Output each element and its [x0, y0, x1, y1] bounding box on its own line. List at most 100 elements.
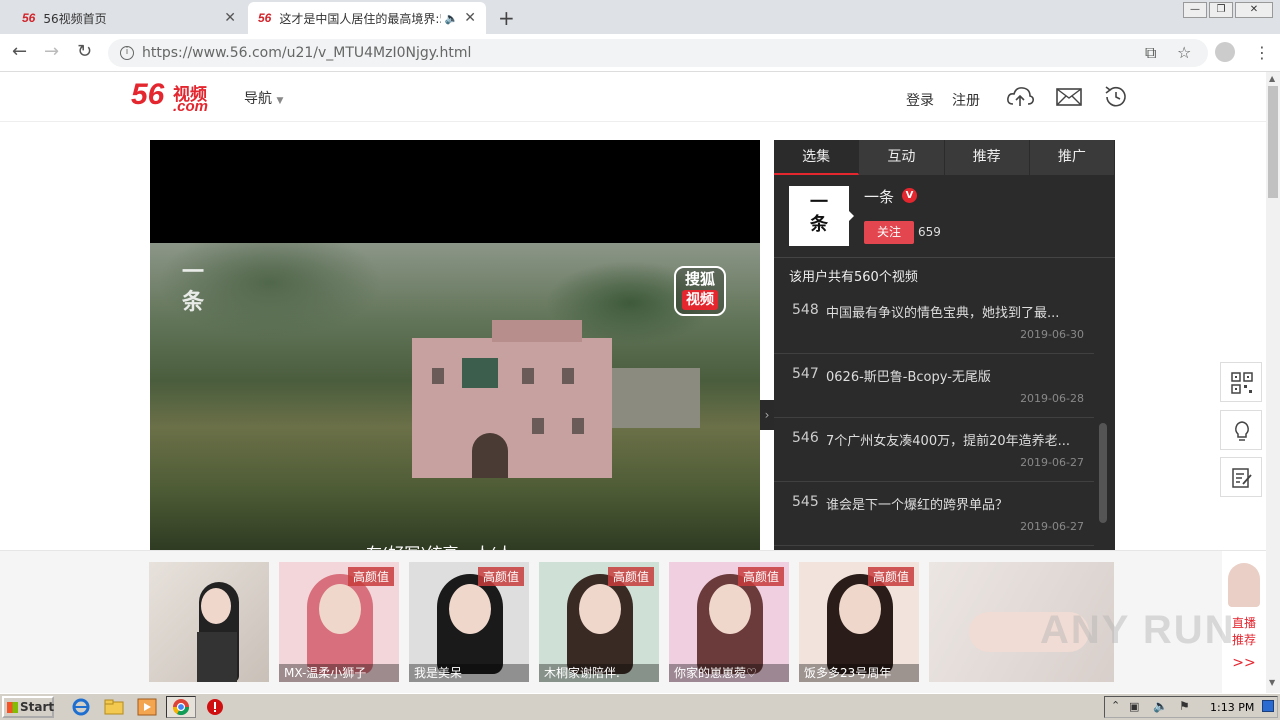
- double-chevron-right-icon[interactable]: >>: [1222, 655, 1266, 671]
- tips-button[interactable]: [1220, 410, 1262, 450]
- live-card[interactable]: 高颜值 你家的崽崽菀♡: [669, 562, 789, 682]
- volume-icon[interactable]: 🔈: [1153, 699, 1168, 713]
- media-player-icon[interactable]: [136, 697, 158, 717]
- live-card[interactable]: 高颜值 MX-温柔小狮子: [279, 562, 399, 682]
- minimize-icon[interactable]: —: [1183, 2, 1207, 18]
- streamer-name: 饭多多23号周年: [799, 664, 919, 682]
- uploader-name[interactable]: 一条: [864, 186, 894, 207]
- video-player[interactable]: 一条 搜狐 视频 一在(好写)统亮一人(人: [150, 140, 760, 550]
- action-center-flag-icon[interactable]: ⚑: [1179, 699, 1190, 713]
- video-subtitle: 一在(好写)统亮一人(人: [350, 540, 513, 550]
- live-card[interactable]: 高颜值 饭多多23号周年: [799, 562, 919, 682]
- lightbulb-icon: [1235, 421, 1249, 441]
- nav-dropdown[interactable]: 导航 ▼: [244, 88, 283, 108]
- site-favicon-icon: 56: [22, 11, 36, 25]
- list-item[interactable]: 546 7个广州女友凑400万，提前20年造养老... 2019-06-27: [774, 418, 1094, 482]
- restore-icon[interactable]: ❐: [1209, 2, 1233, 18]
- scroll-down-icon[interactable]: ▼: [1269, 678, 1275, 687]
- panel-collapse-chevron-icon[interactable]: ›: [760, 400, 774, 430]
- bookmark-star-icon[interactable]: ☆: [1177, 43, 1191, 62]
- streamer-name: MX-温柔小狮子: [279, 664, 399, 682]
- register-link[interactable]: 注册: [952, 90, 980, 110]
- translate-icon[interactable]: ⧉: [1145, 43, 1156, 63]
- page-scrollbar[interactable]: ▲ ▼: [1266, 72, 1280, 694]
- qr-code-icon: [1231, 372, 1253, 394]
- new-tab-button[interactable]: +: [498, 6, 515, 30]
- show-desktop-icon[interactable]: [1262, 700, 1274, 712]
- scroll-up-icon[interactable]: ▲: [1269, 74, 1275, 83]
- profile-avatar-icon[interactable]: [1215, 42, 1235, 62]
- panel-tabs: 选集 互动 推荐 推广: [774, 140, 1115, 175]
- tab-recommend[interactable]: 推荐: [944, 140, 1030, 175]
- back-arrow-icon[interactable]: ←: [12, 41, 27, 62]
- url-text: https://www.56.com/u21/v_MTU4MzI0Njgy.ht…: [142, 45, 472, 61]
- live-avatar: [1228, 563, 1260, 607]
- close-tab-icon[interactable]: ✕: [464, 10, 476, 26]
- windows-logo-icon: [7, 702, 18, 713]
- live-card-tag: 高颜值: [867, 567, 914, 586]
- mail-icon[interactable]: [1055, 84, 1083, 110]
- chrome-taskbar-button[interactable]: [166, 696, 196, 718]
- live-card-tag: 高颜值: [607, 567, 654, 586]
- follower-count: 659: [918, 225, 941, 239]
- verified-badge-icon: V: [902, 188, 917, 203]
- reload-icon[interactable]: ↻: [77, 41, 92, 62]
- live-card-tag: 高颜值: [347, 567, 394, 586]
- qr-code-button[interactable]: [1220, 362, 1262, 402]
- feedback-button[interactable]: [1220, 457, 1262, 497]
- live-card[interactable]: 高颜值 木桐家谢陪伴.: [539, 562, 659, 682]
- browser-tab-home[interactable]: 56 56视频首页 ✕: [12, 2, 246, 34]
- speaker-icon[interactable]: 🔈: [445, 12, 459, 25]
- stop-sign-icon[interactable]: [204, 697, 226, 717]
- live-card[interactable]: 高颜值 我是美呆: [409, 562, 529, 682]
- uploader-card: 一条 一条 V 关注 659: [774, 175, 1115, 258]
- tab-title: 56视频首页: [43, 11, 107, 26]
- tab-episodes[interactable]: 选集: [774, 140, 860, 175]
- menu-kebab-icon[interactable]: ⋮: [1254, 43, 1270, 62]
- chrome-icon: [172, 699, 190, 716]
- forward-arrow-icon[interactable]: →: [44, 41, 59, 62]
- video-count-label: 该用户共有560个视频: [789, 270, 918, 285]
- streamer-name: 木桐家谢陪伴.: [539, 664, 659, 682]
- tray-expand-icon[interactable]: ⌃: [1111, 699, 1120, 712]
- tab-title: 这才是中国人居住的最高境界:5: [279, 11, 441, 26]
- list-item[interactable]: 548 中国最有争议的情色宝典，她找到了最... 2019-06-30: [774, 290, 1094, 354]
- list-item[interactable]: 545 谁会是下一个爆红的跨界单品？ 2019-06-27: [774, 482, 1094, 546]
- login-link[interactable]: 登录: [906, 90, 934, 110]
- list-item[interactable]: 547 0626-斯巴鲁-Bcopy-无尾版 2019-06-28: [774, 354, 1094, 418]
- taskbar: Start ⌃ ▣ 🔈 ⚑ 1:13 PM: [0, 693, 1280, 720]
- start-button[interactable]: Start: [2, 696, 54, 718]
- address-bar[interactable]: i https://www.56.com/u21/v_MTU4MzI0Njgy.…: [108, 39, 1208, 67]
- close-window-icon[interactable]: ✕: [1235, 2, 1273, 18]
- caret-down-icon: ▼: [276, 96, 284, 106]
- network-icon[interactable]: ▣: [1129, 700, 1139, 713]
- panel-scrollbar[interactable]: [1099, 423, 1107, 523]
- browser-tab-video[interactable]: 56 这才是中国人居住的最高境界:5 🔈 ✕: [248, 2, 486, 34]
- browser-toolbar: ← → ↻ i https://www.56.com/u21/v_MTU4MzI…: [0, 34, 1280, 72]
- site-logo[interactable]: 56 视频 .com: [131, 78, 208, 115]
- video-list: 548 中国最有争议的情色宝典，她找到了最... 2019-06-30 547 …: [774, 290, 1094, 546]
- tab-promote[interactable]: 推广: [1029, 140, 1115, 175]
- uploader-avatar[interactable]: 一条: [789, 186, 849, 246]
- tab-interact[interactable]: 互动: [859, 140, 945, 175]
- scrollbar-thumb[interactable]: [1268, 86, 1278, 198]
- site-favicon-icon: 56: [258, 11, 272, 25]
- edit-note-icon: [1232, 468, 1252, 488]
- streamer-name: 我是美呆: [409, 664, 529, 682]
- sohu-video-logo: 搜狐 视频: [674, 266, 726, 316]
- internet-explorer-icon[interactable]: [70, 697, 92, 717]
- video-frame: [150, 243, 760, 550]
- video-house: [412, 320, 612, 478]
- live-card-tag: 高颜值: [477, 567, 524, 586]
- history-clock-icon[interactable]: [1102, 84, 1130, 110]
- live-card[interactable]: [149, 562, 269, 682]
- channel-watermark: 一条: [181, 260, 204, 315]
- upload-cloud-icon[interactable]: [1006, 84, 1034, 110]
- info-icon[interactable]: i: [120, 46, 134, 60]
- close-tab-icon[interactable]: ✕: [224, 10, 236, 26]
- avatar-pointer: [849, 211, 854, 221]
- tab-strip: 56 56视频首页 ✕ 56 这才是中国人居住的最高境界:5 🔈 ✕ + — ❐…: [0, 0, 1280, 34]
- follow-button[interactable]: 关注: [864, 221, 914, 244]
- playlist-panel: 选集 互动 推荐 推广 一条 一条 V 关注 659 该用户共有560个视频 5…: [774, 140, 1115, 550]
- folder-icon[interactable]: [103, 697, 125, 717]
